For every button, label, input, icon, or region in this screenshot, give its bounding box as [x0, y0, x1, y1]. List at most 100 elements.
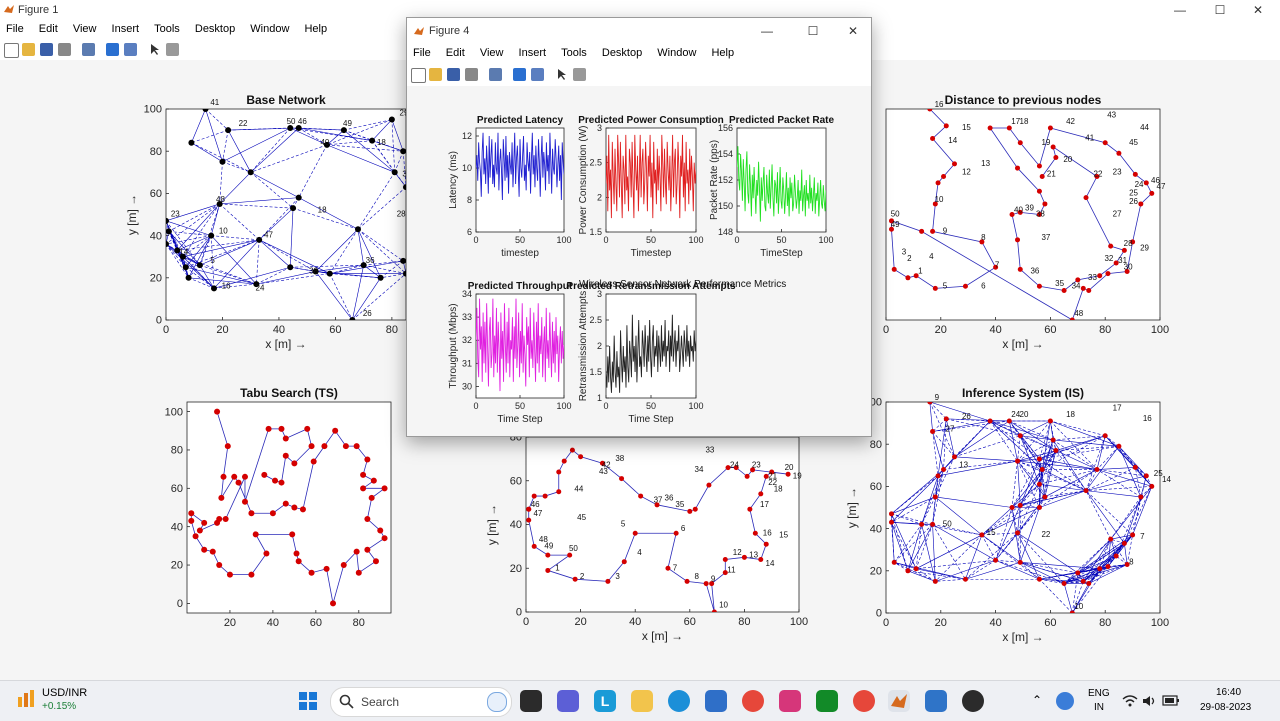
x-tick-label: 0: [523, 616, 529, 628]
store-icon[interactable]: [705, 690, 727, 712]
wifi-icon[interactable]: [1122, 694, 1138, 708]
chrome-icon[interactable]: [742, 690, 764, 712]
route-node: [381, 535, 388, 542]
network-node: [1075, 570, 1081, 576]
node-label: 11: [727, 566, 736, 575]
route-node: [1006, 125, 1012, 131]
file-explorer-icon[interactable]: [631, 690, 653, 712]
menu-tools[interactable]: Tools: [154, 23, 180, 35]
menu-insert[interactable]: Insert: [112, 23, 140, 35]
clock-time[interactable]: 16:40: [1216, 687, 1241, 698]
close-button[interactable]: ✕: [1238, 0, 1278, 20]
node-label: 38: [309, 267, 318, 276]
new-icon[interactable]: [411, 68, 426, 83]
minimize-button[interactable]: —: [1160, 0, 1200, 20]
menu-view[interactable]: View: [480, 47, 504, 59]
menu-window[interactable]: Window: [657, 47, 696, 59]
matlab-icon: [414, 27, 424, 35]
route-node: [561, 458, 567, 464]
y-tick-label: 40: [150, 230, 162, 242]
x-tick-label: 0: [734, 235, 739, 245]
popup-close-button[interactable]: ✕: [833, 21, 873, 41]
print-preview-icon[interactable]: [82, 43, 95, 56]
battery-icon[interactable]: [1162, 695, 1180, 707]
ticker-name[interactable]: USD/INR: [42, 687, 87, 699]
menu-file[interactable]: File: [413, 47, 431, 59]
property-icon[interactable]: [573, 68, 586, 81]
media-player-icon[interactable]: [962, 690, 984, 712]
layout-icon[interactable]: [531, 68, 544, 81]
learn-app-icon[interactable]: L: [594, 690, 616, 712]
instagram-icon[interactable]: [779, 690, 801, 712]
chevron-up-icon[interactable]: ⌃: [1032, 693, 1042, 707]
node-label: 49: [544, 542, 553, 551]
windows-start-icon[interactable]: [298, 691, 318, 711]
menu-help[interactable]: Help: [304, 23, 327, 35]
print-preview-icon[interactable]: [489, 68, 502, 81]
search-box[interactable]: Search: [330, 687, 512, 717]
print-icon[interactable]: [465, 68, 478, 81]
x-tick-label: 60: [310, 617, 322, 629]
language-label[interactable]: ENG: [1088, 688, 1110, 699]
node-label: 16: [935, 100, 944, 109]
route-node: [711, 609, 717, 612]
y-tick-label: 0: [156, 315, 162, 327]
route-node: [282, 500, 289, 507]
popup-minimize-button[interactable]: —: [747, 21, 787, 41]
dock-icon[interactable]: [513, 68, 526, 81]
chrome-profile-icon[interactable]: [853, 690, 875, 712]
figure4-plots: Wireless Sensor Network Performance Metr…: [448, 115, 834, 425]
network-node: [1017, 502, 1023, 508]
menu-file[interactable]: File: [6, 23, 24, 35]
chart-0: 0 20 40 60 80 0 20 40 60 80 100 Base Network x [m] →…: [125, 93, 412, 351]
menu-view[interactable]: View: [73, 23, 97, 35]
route-node: [706, 482, 712, 488]
save-icon[interactable]: [447, 68, 460, 81]
network-node: [1130, 532, 1136, 538]
volume-icon[interactable]: [1142, 694, 1158, 708]
layout-icon[interactable]: [124, 43, 137, 56]
node-label: 43: [599, 467, 608, 476]
x-axis-label: Time Step: [628, 414, 674, 425]
node-label: 18: [377, 138, 386, 147]
node-label: 26: [1129, 197, 1138, 206]
route-node: [218, 494, 225, 501]
save-icon[interactable]: [40, 43, 53, 56]
task-view-icon[interactable]: [520, 690, 542, 712]
popup-maximize-button[interactable]: ☐: [793, 21, 833, 41]
network-node: [891, 559, 897, 565]
route-node: [201, 546, 208, 553]
print-icon[interactable]: [58, 43, 71, 56]
y-axis-label: y [m] →: [125, 194, 139, 235]
network-node: [943, 416, 949, 422]
xbox-icon[interactable]: [816, 690, 838, 712]
menu-help[interactable]: Help: [711, 47, 734, 59]
menu-desktop[interactable]: Desktop: [602, 47, 642, 59]
menu-insert[interactable]: Insert: [519, 47, 547, 59]
property-icon[interactable]: [166, 43, 179, 56]
menu-tools[interactable]: Tools: [561, 47, 587, 59]
chart-2: 0 20 40 60 80 100 Distance to previous nodes x …: [883, 93, 1169, 351]
network-node: [993, 557, 999, 563]
open-icon[interactable]: [429, 68, 442, 81]
sync-icon[interactable]: [1056, 692, 1074, 710]
matlab-taskbar-icon[interactable]: [888, 690, 910, 712]
route-node: [1121, 247, 1127, 253]
menu-desktop[interactable]: Desktop: [195, 23, 235, 35]
teams-icon[interactable]: [557, 690, 579, 712]
open-icon[interactable]: [22, 43, 35, 56]
route-node: [364, 456, 371, 463]
pointer-icon[interactable]: [150, 43, 160, 56]
dock-icon[interactable]: [106, 43, 119, 56]
menu-edit[interactable]: Edit: [39, 23, 58, 35]
new-icon[interactable]: [4, 43, 19, 58]
node-label: 40: [1014, 205, 1023, 214]
maximize-button[interactable]: ☐: [1200, 0, 1240, 20]
edge-icon[interactable]: [668, 690, 690, 712]
menu-edit[interactable]: Edit: [446, 47, 465, 59]
menu-window[interactable]: Window: [250, 23, 289, 35]
notepad-icon[interactable]: [925, 690, 947, 712]
figure4-canvas: Wireless Sensor Network Performance Metr…: [407, 86, 871, 436]
chart-6: 0 50 1001.522.53Predicted Power Consumptio…: [578, 115, 724, 259]
pointer-icon[interactable]: [557, 68, 567, 81]
